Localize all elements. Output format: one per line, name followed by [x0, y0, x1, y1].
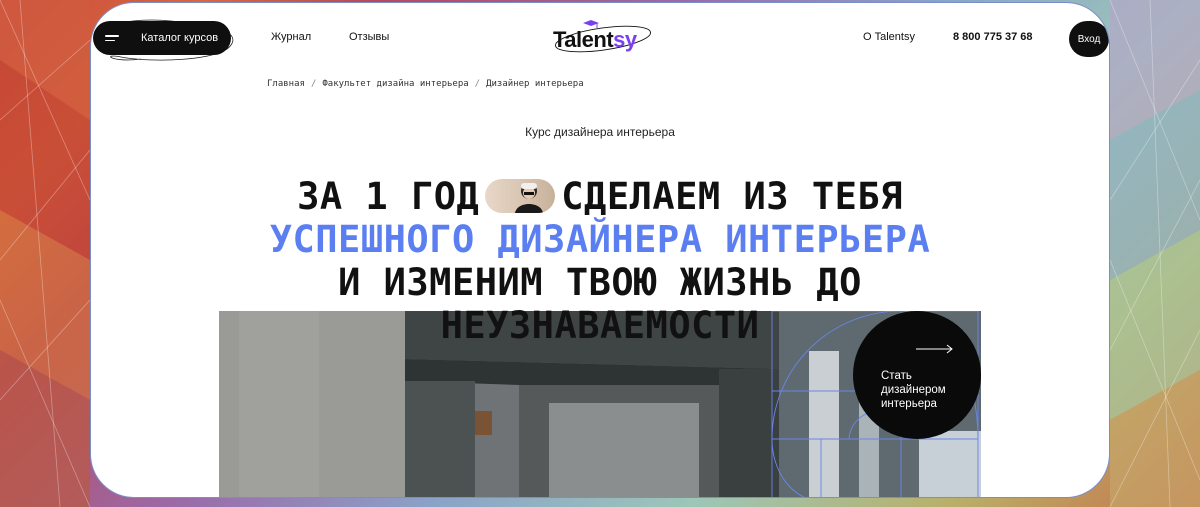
- hero-line2: УСПЕШНОГО ДИЗАЙНЕРА ИНТЕРЬЕРА: [269, 218, 931, 261]
- menu-icon: [105, 35, 119, 41]
- breadcrumb-separator: /: [310, 79, 317, 89]
- cta-line2: дизайнером: [881, 384, 946, 396]
- page-card: Каталог курсов Журнал Отзывы Talentsy О …: [90, 2, 1110, 498]
- nav-link-reviews[interactable]: Отзывы: [349, 31, 389, 43]
- phone-number[interactable]: 8 800 775 37 68: [953, 31, 1033, 43]
- breadcrumb-faculty[interactable]: Факультет дизайна интерьера: [322, 79, 468, 89]
- cta-line3: интерьера: [881, 398, 937, 410]
- login-button[interactable]: Вход: [1069, 21, 1109, 57]
- breadcrumb: Главная / Факультет дизайна интерьера / …: [267, 79, 584, 89]
- arrow-right-icon: [916, 344, 953, 354]
- hero-line1-end: СДЕЛАЕМ ИЗ ТЕБЯ: [561, 175, 903, 218]
- hero-line1-start: ЗА 1 ГОД: [297, 175, 480, 218]
- hero-line3: И ИЗМЕНИМ ТВОЮ ЖИЗНЬ ДО: [338, 261, 862, 304]
- site-header: Каталог курсов Журнал Отзывы Talentsy О …: [91, 3, 1109, 73]
- logo-text-main: Talent: [553, 27, 614, 52]
- nav-link-about[interactable]: О Talentsy: [863, 31, 915, 43]
- logo-text-accent: sy: [613, 27, 637, 52]
- breadcrumb-home[interactable]: Главная: [267, 79, 305, 89]
- talentsy-logo[interactable]: Talentsy: [553, 17, 653, 57]
- cta-line1: Стать: [881, 370, 912, 382]
- avatar: [485, 178, 556, 213]
- breadcrumb-current: Дизайнер интерьера: [486, 79, 584, 89]
- nav-link-journal[interactable]: Журнал: [271, 31, 311, 43]
- course-subtitle: Курс дизайнера интерьера: [525, 125, 675, 139]
- hero-heading: ЗА 1 ГОД СДЕЛАЕМ ИЗ ТЕБЯ УСПЕШНОГО ДИЗАЙН…: [91, 175, 1109, 347]
- catalog-button[interactable]: Каталог курсов: [93, 21, 231, 55]
- become-designer-button[interactable]: Стать дизайнером интерьера: [853, 311, 981, 439]
- catalog-label: Каталог курсов: [141, 32, 219, 44]
- breadcrumb-separator: /: [474, 79, 481, 89]
